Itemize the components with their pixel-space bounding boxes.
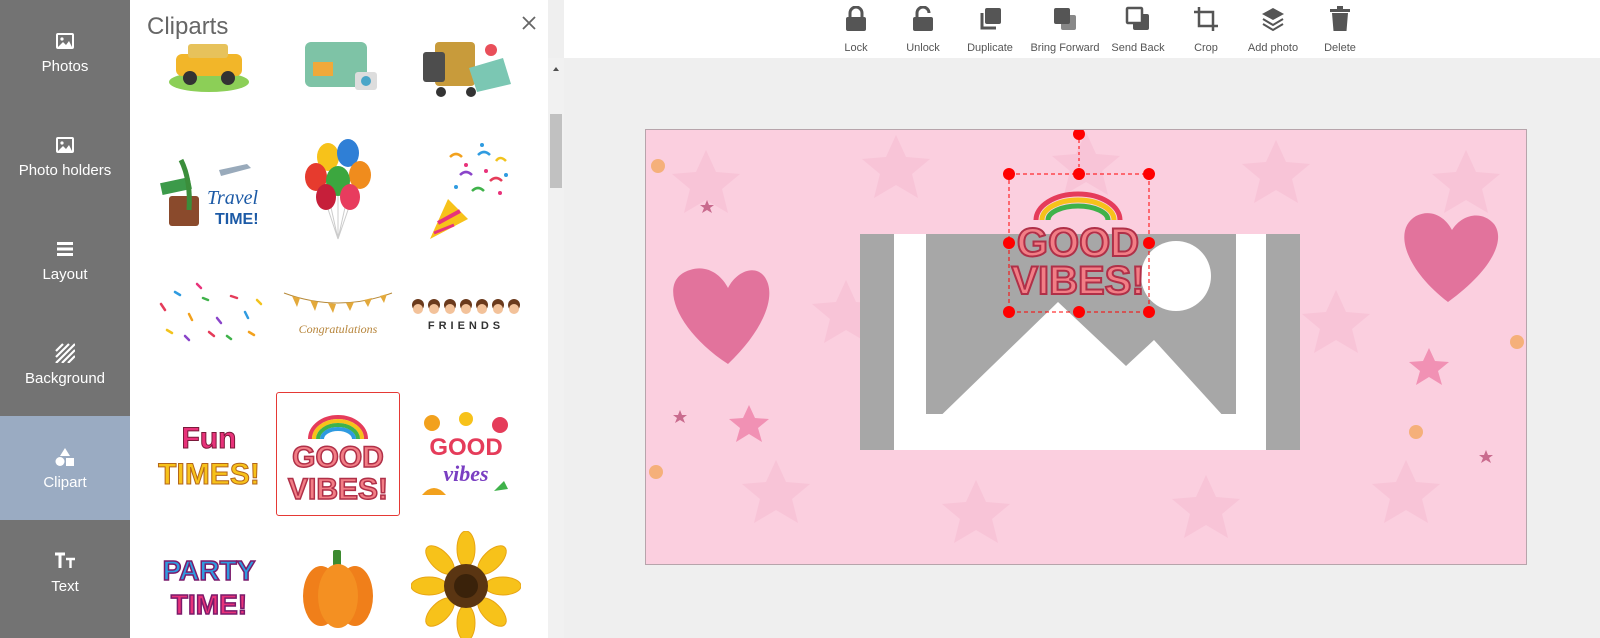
clipart-item-good-vibes-selected[interactable]: GOOD VIBES!	[276, 392, 400, 516]
clipart-panel: Cliparts Travel TIME! Congratulations FR…	[130, 0, 548, 638]
clipart-item-travel-time[interactable]: Travel TIME!	[147, 128, 271, 252]
duplicate-icon	[977, 4, 1003, 34]
canvas-art: GOOD VIBES!	[646, 130, 1526, 564]
fun-times-icon: Fun TIMES!	[158, 422, 261, 492]
left-navigation: Photos Photo holders Layout Background C…	[0, 0, 130, 638]
svg-text:TIME!: TIME!	[171, 589, 247, 620]
balloons-icon	[305, 139, 371, 240]
good-vibes-icon: GOOD VIBES!	[287, 415, 389, 507]
tool-label: Add photo	[1247, 42, 1299, 54]
tool-label: Bring Forward	[1030, 42, 1100, 54]
svg-text:Fun: Fun	[182, 422, 237, 455]
nav-photos[interactable]: Photos	[0, 0, 130, 104]
tool-label: Crop	[1194, 42, 1218, 54]
svg-text:Congratulations: Congratulations	[299, 322, 378, 336]
caret-up-icon	[553, 67, 559, 71]
nav-clipart[interactable]: Clipart	[0, 416, 130, 520]
bring-forward-icon	[1052, 4, 1078, 34]
clipart-item-confetti[interactable]	[147, 252, 271, 376]
bunting-icon: Congratulations	[283, 292, 393, 336]
shapes-icon	[53, 446, 77, 468]
clipart-item-sunflower[interactable]	[404, 524, 528, 638]
scroll-thumb[interactable]	[550, 114, 562, 188]
design-canvas[interactable]: GOOD VIBES!	[645, 129, 1527, 565]
layout-icon	[53, 238, 77, 260]
bring-forward-button[interactable]: Bring Forward	[1025, 4, 1105, 58]
clipart-item-good-vibes-floral[interactable]: GOOD vibes	[404, 392, 528, 516]
svg-text:VIBES!: VIBES!	[1011, 259, 1144, 303]
clipart-item-pumpkin[interactable]	[276, 524, 400, 638]
clipart-item-party-time[interactable]: PARTY TIME!	[147, 524, 271, 638]
layers-icon	[1260, 4, 1286, 34]
duplicate-button[interactable]: Duplicate	[950, 4, 1030, 58]
send-back-icon	[1125, 4, 1151, 34]
party-time-icon: PARTY TIME!	[162, 554, 257, 621]
unlock-icon	[910, 4, 936, 34]
tool-label: Lock	[844, 42, 868, 54]
photo-icon	[53, 30, 77, 52]
photo-icon	[53, 134, 77, 156]
good-vibes-floral-icon: GOOD vibes	[422, 412, 508, 495]
clipart-item-luggage-cart[interactable]	[404, 0, 528, 114]
confetti-icon	[159, 282, 263, 342]
clipart-item-fun-times[interactable]: Fun TIMES!	[147, 392, 271, 516]
suitcase-icon	[305, 42, 377, 90]
toolbar: Lock Unlock Duplicate Bring Forward Send…	[564, 0, 1600, 58]
svg-text:VIBES!: VIBES!	[288, 473, 388, 506]
close-panel-button[interactable]	[520, 14, 540, 34]
clipart-item-party-popper[interactable]	[404, 128, 528, 252]
lock-icon	[843, 4, 869, 34]
svg-text:TIME!: TIME!	[215, 211, 259, 228]
svg-text:vibes: vibes	[443, 461, 488, 486]
nav-label: Photos	[41, 57, 89, 75]
nav-label: Clipart	[43, 473, 87, 491]
tool-label: Send Back	[1111, 42, 1165, 54]
scroll-up-arrow[interactable]	[548, 62, 564, 74]
tool-label: Delete	[1324, 42, 1356, 54]
nav-photo-holders[interactable]: Photo holders	[0, 104, 130, 208]
close-icon	[522, 16, 536, 30]
delete-button[interactable]: Delete	[1300, 4, 1380, 58]
svg-text:GOOD: GOOD	[429, 434, 502, 461]
pumpkin-icon	[303, 550, 373, 628]
nav-label: Background	[24, 369, 106, 387]
svg-text:TIMES!: TIMES!	[158, 458, 260, 491]
clipart-item-balloons[interactable]	[276, 128, 400, 252]
travel-time-icon: Travel TIME!	[160, 158, 259, 228]
luggage-icon	[423, 42, 511, 97]
svg-text:Travel: Travel	[207, 187, 259, 209]
clipart-item-travel-suitcase[interactable]	[276, 0, 400, 114]
nav-label: Layout	[42, 265, 88, 283]
svg-text:FRIENDS: FRIENDS	[428, 320, 504, 332]
svg-text:GOOD: GOOD	[292, 441, 384, 474]
crop-icon	[1193, 4, 1219, 34]
clipart-item-yellow-car[interactable]	[147, 0, 271, 114]
nav-label: Text	[51, 577, 79, 595]
tool-label: Duplicate	[967, 42, 1013, 54]
party-popper-icon	[430, 143, 508, 239]
clipart-item-congratulations[interactable]: Congratulations	[276, 252, 400, 376]
friends-banner-icon: FRIENDS	[412, 299, 520, 332]
panel-scrollbar[interactable]	[548, 58, 564, 638]
nav-layout[interactable]: Layout	[0, 208, 130, 312]
trash-icon	[1327, 4, 1353, 34]
nav-background[interactable]: Background	[0, 312, 130, 416]
tool-label: Unlock	[906, 42, 940, 54]
svg-text:PARTY: PARTY	[163, 555, 256, 586]
stripes-icon	[53, 342, 77, 364]
clipart-item-friends[interactable]: FRIENDS	[404, 252, 528, 376]
sunflower-icon	[411, 531, 521, 638]
car-icon	[169, 44, 249, 92]
nav-label: Photo holders	[18, 161, 112, 179]
nav-text[interactable]: Text	[0, 520, 130, 624]
text-size-icon	[53, 550, 77, 572]
